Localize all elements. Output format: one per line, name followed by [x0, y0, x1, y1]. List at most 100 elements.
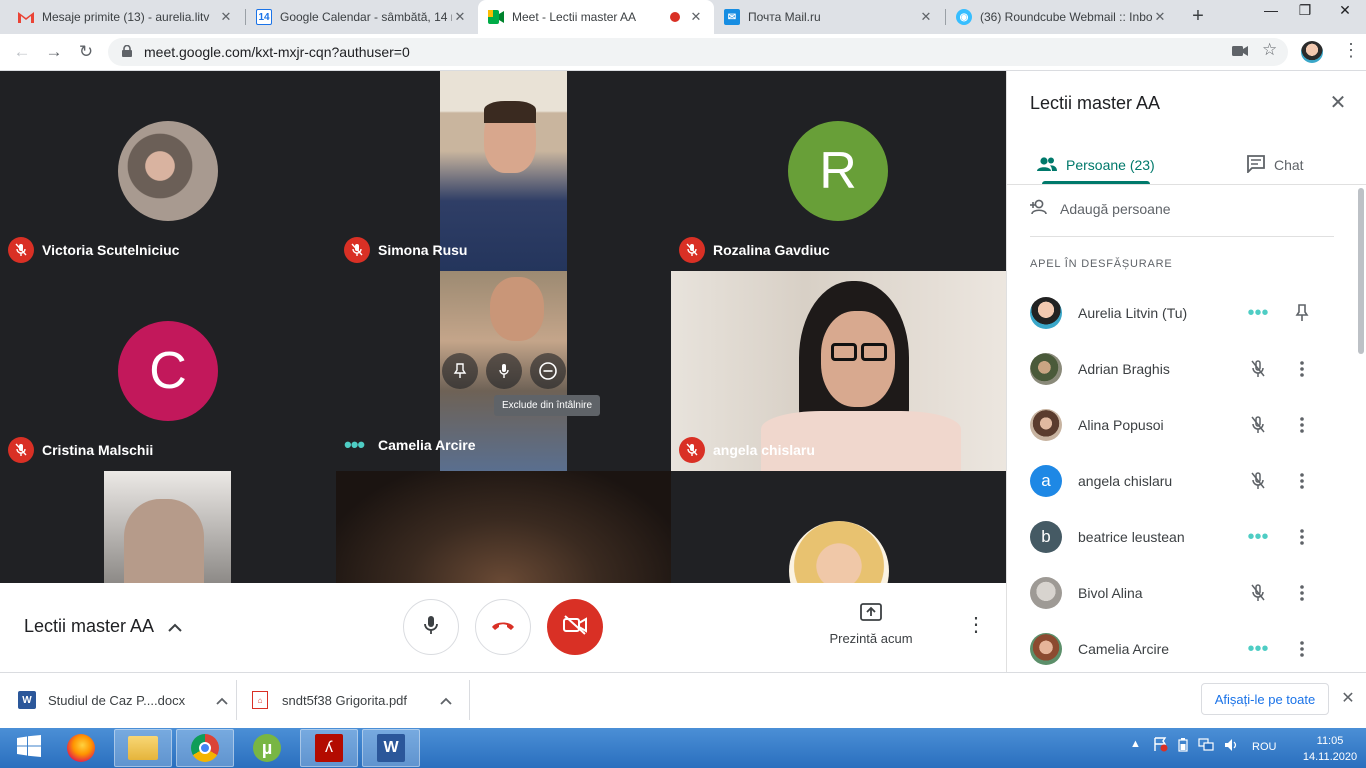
speaking-indicator-icon: ••• [344, 432, 365, 457]
download-item[interactable]: W Studiul de Caz P....docx [18, 680, 228, 720]
glasses-left [831, 343, 857, 361]
glasses-right [861, 343, 887, 361]
add-people-button[interactable]: Adaugă persoane [1030, 199, 1171, 218]
battery-icon[interactable] [1178, 738, 1188, 755]
participant-tile[interactable]: Simona Rusu [336, 71, 671, 271]
close-tab-icon[interactable]: ✕ [918, 9, 934, 25]
taskbar-utorrent[interactable]: µ [238, 729, 296, 767]
participant-tile[interactable]: angela chislaru [671, 271, 1006, 471]
close-tab-icon[interactable]: ✕ [452, 9, 468, 25]
mailru-icon: ✉ [724, 9, 740, 25]
participant-list-item[interactable]: a angela chislaru [1030, 461, 1340, 501]
browser-tab-gmail[interactable]: Mesaje primite (13) - aurelia.litv ✕ [8, 0, 244, 34]
restore-button[interactable]: ❐ [1290, 0, 1320, 30]
participant-avatar [1030, 297, 1062, 329]
browser-tab-roundcube[interactable]: ◉ (36) Roundcube Webmail :: Inbo ✕ [946, 0, 1178, 34]
microphone-button[interactable] [403, 599, 459, 655]
participant-list-item[interactable]: Camelia Arcire ••• [1030, 629, 1340, 669]
forward-button[interactable]: → [42, 41, 66, 65]
participant-avatar [1030, 633, 1062, 665]
browser-menu-icon[interactable]: ⋮ [1342, 40, 1360, 61]
taskbar-firefox[interactable] [52, 729, 110, 767]
participant-list-item[interactable]: b beatrice leustean ••• [1030, 517, 1340, 557]
reload-button[interactable]: ↻ [74, 41, 98, 65]
browser-tab-meet[interactable]: Meet - Lectii master AA ✕ [478, 0, 714, 34]
chevron-up-icon[interactable] [440, 693, 452, 708]
volume-icon[interactable] [1224, 738, 1240, 755]
panel-scrollbar[interactable] [1358, 188, 1364, 354]
participant-options-icon[interactable] [1278, 361, 1326, 377]
show-all-downloads-button[interactable]: Afișați-le pe toate [1201, 683, 1329, 715]
tab-chat[interactable]: Chat [1246, 146, 1304, 184]
speaking-indicator-icon: ••• [1247, 638, 1269, 660]
participant-name-bar: Victoria Scutelniciuc [8, 237, 179, 263]
leave-call-button[interactable] [475, 599, 531, 655]
participant-list-item[interactable]: Adrian Braghis [1030, 349, 1340, 389]
lock-icon [122, 44, 134, 60]
bookmark-star-icon[interactable]: ☆ [1262, 40, 1277, 60]
camera-toggle-button[interactable] [547, 599, 603, 655]
mic-off-icon [1238, 360, 1278, 378]
system-clock[interactable]: 11:05 14.11.2020 [1300, 733, 1360, 765]
participant-options-icon[interactable] [1278, 473, 1326, 489]
close-tab-icon[interactable]: ✕ [688, 9, 704, 25]
chevron-up-icon [168, 616, 182, 637]
participant-tile[interactable]: R Rozalina Gavdiuc [671, 71, 1006, 271]
input-language[interactable]: ROU [1252, 741, 1276, 753]
participant-tile-partial[interactable] [671, 471, 1006, 583]
close-tab-icon[interactable]: ✕ [1152, 9, 1168, 25]
mute-participant-button[interactable] [486, 353, 522, 389]
close-tab-icon[interactable]: ✕ [218, 9, 234, 25]
taskbar-word[interactable]: W [362, 729, 420, 767]
action-center-flag-icon[interactable] [1152, 736, 1168, 755]
address-bar[interactable]: meet.google.com/kxt-mxjr-cqn?authuser=0 [108, 38, 1288, 66]
participant-list-item[interactable]: Bivol Alina [1030, 573, 1340, 613]
network-icon[interactable] [1198, 738, 1214, 755]
chevron-up-icon[interactable] [216, 693, 228, 708]
show-hidden-icons[interactable]: ▲ [1130, 738, 1141, 750]
participant-video-partial[interactable] [336, 471, 671, 583]
mic-off-icon [8, 237, 34, 263]
browser-tab-calendar[interactable]: 14 Google Calendar - sâmbătă, 14 n ✕ [246, 0, 478, 34]
close-window-button[interactable]: ✕ [1330, 0, 1360, 30]
people-icon [1036, 156, 1058, 175]
new-tab-button[interactable]: + [1186, 5, 1210, 29]
participant-tile[interactable]: Victoria Scutelniciuc [0, 71, 335, 271]
pin-button[interactable] [442, 353, 478, 389]
participant-avatar [118, 121, 218, 221]
minimize-button[interactable]: — [1256, 0, 1286, 30]
back-button[interactable]: ← [10, 41, 34, 65]
participant-tile[interactable]: C Cristina Malschii [0, 271, 335, 471]
taskbar-chrome[interactable] [176, 729, 234, 767]
tab-people[interactable]: Persoane (23) [1036, 146, 1155, 184]
participant-list-item[interactable]: Alina Popusoi [1030, 405, 1340, 445]
acrobat-icon: ʎ [315, 734, 343, 762]
participant-options-icon[interactable] [1278, 641, 1326, 657]
start-button[interactable] [0, 729, 58, 767]
profile-avatar[interactable] [1301, 41, 1323, 63]
taskbar-file-explorer[interactable] [114, 729, 172, 767]
meeting-details-toggle[interactable]: Lectii master AA [24, 616, 182, 637]
close-panel-icon[interactable]: ✕ [1326, 92, 1350, 116]
url-text: meet.google.com/kxt-mxjr-cqn?authuser=0 [144, 44, 410, 60]
microphone-icon [424, 615, 438, 640]
remove-participant-button[interactable] [530, 353, 566, 389]
browser-tab-mailru[interactable]: ✉ Почта Mail.ru ✕ [714, 0, 944, 34]
pin-icon[interactable] [1278, 304, 1326, 322]
participant-video-partial[interactable] [104, 471, 231, 583]
participant-face [124, 499, 204, 583]
close-shelf-icon[interactable]: ✕ [1338, 688, 1358, 708]
participant-tile[interactable]: Exclude din întâlnire ••• Camelia Arcire [336, 271, 671, 471]
participant-options-icon[interactable] [1278, 417, 1326, 433]
firefox-icon [67, 734, 95, 762]
camera-in-use-icon[interactable] [1232, 44, 1248, 62]
mic-off-icon [1238, 584, 1278, 602]
download-item[interactable]: ⌂ sndt5f38 Grigorita.pdf [252, 680, 452, 720]
more-options-icon[interactable]: ⋮ [966, 615, 986, 639]
participant-options-icon[interactable] [1278, 529, 1326, 545]
participant-list-item[interactable]: Aurelia Litvin (Tu) ••• [1030, 293, 1340, 333]
present-now-button[interactable]: Prezintă acum [822, 603, 920, 646]
taskbar-acrobat[interactable]: ʎ [300, 729, 358, 767]
participant-face [490, 277, 544, 341]
participant-options-icon[interactable] [1278, 585, 1326, 601]
